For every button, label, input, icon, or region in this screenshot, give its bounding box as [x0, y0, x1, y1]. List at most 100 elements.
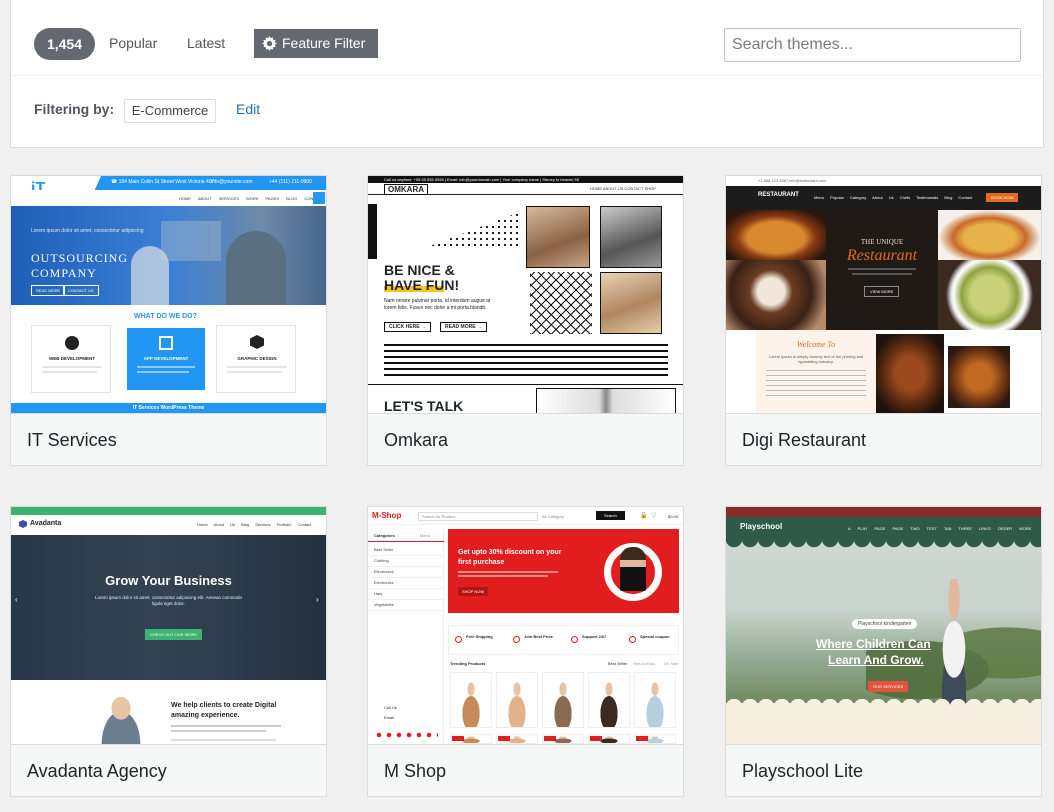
- preview-hero-title: Restaurant: [846, 247, 918, 264]
- feature-filter-label: Feature Filter: [282, 35, 366, 51]
- feature-icon: [571, 636, 578, 643]
- preview-hero-person: [926, 579, 982, 707]
- filter-panel: 1,454 Popular Latest Feature Filter Filt…: [10, 0, 1044, 148]
- theme-name[interactable]: M Shop: [368, 744, 683, 796]
- preview-photo-2: [600, 206, 662, 268]
- preview-banner: Get upto 30% discount on your first purc…: [448, 529, 679, 613]
- preview-hero-board: [161, 221, 221, 261]
- theme-name[interactable]: Avadanta Agency: [11, 744, 326, 796]
- preview-nav: RESTAURANT Menu Popular Category About U…: [726, 186, 1041, 210]
- chevron-left-icon[interactable]: ‹: [15, 595, 18, 604]
- preview-topbar-text: +1 888 123 4567 info@restaurant.com: [758, 178, 827, 183]
- preview-tab-sale: On Sale: [664, 661, 679, 666]
- latest-tab[interactable]: Latest: [187, 33, 225, 53]
- preview-category-select: All Category: [542, 514, 564, 519]
- theme-card-digi-restaurant[interactable]: +1 888 123 4567 info@restaurant.com REST…: [725, 175, 1042, 466]
- preview-nav: HOME ABOUT SERVICES WORK PAGES BLOG CONT…: [11, 190, 326, 206]
- preview-body: Nam ornare pulvinar porta, id interdum a…: [384, 298, 491, 311]
- feature-label: Free Shipping: [466, 634, 493, 639]
- theme-screenshot[interactable]: ☎ 184 Main Collin St Street West Victori…: [11, 176, 326, 413]
- preview-product-card: [450, 672, 492, 728]
- preview-nav: OMKARA HOME ABOUT US CONTACT SHOP: [368, 183, 683, 195]
- theme-screenshot[interactable]: Call us anytime: +55 55 555 5555 | Email…: [368, 176, 683, 413]
- theme-card-it-services[interactable]: ☎ 184 Main Collin St Street West Victori…: [10, 175, 327, 466]
- preview-hero: Grow Your Business Lorem ipsum dolor sit…: [11, 535, 326, 680]
- preview-welcome-title: Welcome To: [796, 340, 836, 349]
- feature-label: Join Best Price: [524, 634, 553, 639]
- preview-banner-title-1: Get upto 30% discount on your: [458, 549, 562, 556]
- preview-category-item: Electronics: [374, 580, 394, 585]
- theme-screenshot[interactable]: Playschool A PLAY PAGE PAGE TWO TEST TAB…: [726, 507, 1041, 744]
- preview-section-title: WHAT DO WE DO?: [134, 313, 197, 320]
- preview-product-card: [542, 672, 584, 728]
- preview-nav-items: Home About Us Blog Services Portfolio Co…: [197, 522, 312, 527]
- preview-product-card: [634, 672, 676, 728]
- popular-tab[interactable]: Popular: [109, 33, 157, 53]
- preview-box-3-label: GRAPHIC DESIGN: [237, 356, 277, 361]
- preview-hero-title-1: Where Children Can: [816, 637, 931, 651]
- preview-hero: Lorem ipsum dolor sit amet, consectetur …: [11, 206, 326, 305]
- gear-icon: [262, 36, 277, 51]
- theme-screenshot[interactable]: Avadanta Home About Us Blog Services Por…: [11, 507, 326, 744]
- preview-hero-small: THE UNIQUE: [860, 238, 904, 246]
- preview-hero: Playschool kindergarten Where Children C…: [726, 539, 1041, 744]
- preview-nav-items: Menu Popular Category About Us Chefs Tes…: [814, 195, 973, 200]
- preview-box-2-label: APP DEVELOPMENT: [143, 356, 189, 361]
- preview-footer: IT Services WordPress Theme: [11, 403, 326, 413]
- preview-tab-best: Best Seller: [608, 661, 628, 666]
- chevron-right-icon[interactable]: ›: [316, 595, 319, 604]
- preview-box-1: WEB DEVELOPMENT: [31, 325, 111, 393]
- theme-screenshot[interactable]: +1 888 123 4567 info@restaurant.com REST…: [726, 176, 1041, 413]
- feature-icon: [629, 636, 636, 643]
- filter-tag: E-Commerce: [124, 99, 216, 123]
- device-icon: [159, 336, 173, 350]
- preview-email: Email: [384, 715, 395, 720]
- preview-food-5: [876, 334, 944, 413]
- preview-logo: Playschool: [740, 522, 783, 531]
- preview-topbar: Call us anytime: +55 55 555 5555 | Email…: [368, 176, 683, 183]
- preview-banner-person: [620, 547, 646, 591]
- preview-cta: BOOK NOW: [986, 193, 1019, 202]
- preview-features: Free Shipping Join Best Price Support 24/7…: [448, 625, 679, 655]
- theme-card-omkara[interactable]: Call us anytime: +55 55 555 5555 | Email…: [367, 175, 684, 466]
- theme-name[interactable]: Digi Restaurant: [726, 413, 1041, 465]
- preview-bottom-title: LET'S TALK: [384, 398, 464, 413]
- preview-food-3: [938, 210, 1041, 260]
- feature-filter-button[interactable]: Feature Filter: [254, 29, 378, 58]
- theme-screenshot[interactable]: M-Shop Search for Product All Category S…: [368, 507, 683, 744]
- preview-hero-title-1: OUTSOURCING: [31, 251, 129, 265]
- theme-name[interactable]: Playschool Lite: [726, 744, 1041, 796]
- preview-sidebar-tab: Menu: [420, 533, 431, 538]
- preview-phone: +44 (111) 211-9900: [269, 179, 312, 185]
- theme-name[interactable]: IT Services: [11, 413, 326, 465]
- theme-card-avadanta-agency[interactable]: Avadanta Home About Us Blog Services Por…: [10, 506, 327, 797]
- theme-name[interactable]: Omkara: [368, 413, 683, 465]
- preview-topbar-text: ☎ 184 Main Collin St Street West Victori…: [111, 179, 215, 185]
- preview-hero-text: Lorem ipsum dolor sit amet, consectetur …: [94, 595, 243, 606]
- hexagon-icon: [19, 520, 27, 528]
- theme-card-m-shop[interactable]: M-Shop Search for Product All Category S…: [367, 506, 684, 797]
- preview-product-card: [496, 672, 538, 728]
- theme-card-playschool-lite[interactable]: Playschool A PLAY PAGE PAGE TWO TEST TAB…: [725, 506, 1042, 797]
- preview-food-4: [938, 260, 1041, 330]
- preview-stripes: [384, 344, 668, 380]
- preview-hero-title-2: Learn And Grow.: [828, 653, 924, 667]
- preview-hero-btn-2: CONTACT US: [63, 285, 99, 296]
- cubes-icon: [250, 335, 264, 349]
- preview-email: info@yoursite.com: [211, 179, 253, 185]
- filtering-by-label: Filtering by:: [34, 101, 115, 117]
- preview-footer-text: IT Services WordPress Theme: [132, 405, 205, 411]
- preview-hero-title-2: COMPANY: [31, 266, 97, 280]
- search-themes-input[interactable]: [724, 28, 1021, 62]
- preview-section-title-2: amazing experience.: [171, 712, 240, 719]
- preview-hero-btn: CHECK OUT OUR WORK: [145, 629, 203, 640]
- feature-icon: [455, 636, 462, 643]
- preview-food-1: [726, 210, 826, 260]
- preview-trending-title: Trending Products: [450, 661, 486, 666]
- preview-category-item: Best Seller: [374, 547, 394, 552]
- preview-category-item: Electronics: [374, 569, 394, 574]
- preview-photo-1: [526, 206, 590, 268]
- preview-headline-2: HAVE FUN!: [384, 277, 460, 293]
- edit-filter-link[interactable]: Edit: [236, 101, 260, 117]
- preview-person: [91, 693, 151, 744]
